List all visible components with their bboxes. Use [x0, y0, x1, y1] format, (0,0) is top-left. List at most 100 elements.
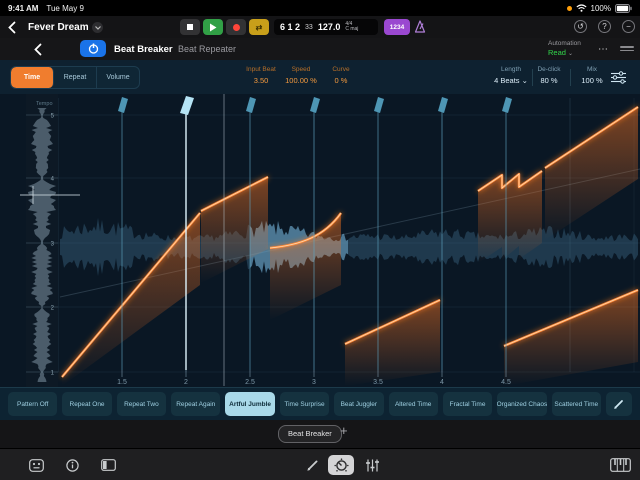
edit-pencil-button[interactable]: [302, 455, 322, 475]
preset-name[interactable]: Beat Repeater: [178, 38, 236, 60]
playhead-ticks: 33: [305, 24, 313, 31]
play-button[interactable]: [203, 19, 223, 35]
window-drag-handle[interactable]: [620, 46, 634, 51]
display-settings-button[interactable]: [610, 71, 627, 84]
tab-volume[interactable]: Volume: [97, 67, 139, 88]
preset-button-repeat-two[interactable]: Repeat Two: [117, 392, 166, 416]
battery-percent: 100%: [591, 4, 611, 13]
x-axis-label: 2: [184, 379, 188, 386]
automation-control[interactable]: Automation Read ⌄: [548, 39, 602, 59]
browser-button[interactable]: [26, 455, 46, 475]
preset-button-repeat-again[interactable]: Repeat Again: [171, 392, 220, 416]
count-in-button[interactable]: 1234: [384, 19, 410, 35]
automation-mode: Read: [548, 48, 566, 57]
preset-button-fractal-time[interactable]: Fractal Time: [443, 392, 492, 416]
preset-row: Pattern OffRepeat OneRepeat TwoRepeat Ag…: [0, 388, 640, 420]
info-button[interactable]: [62, 455, 82, 475]
slice-flag[interactable]: [118, 97, 128, 113]
status-time: 9:41 AM: [8, 4, 38, 13]
tempo-display: 127.0: [318, 22, 341, 32]
x-axis-label: 4.5: [501, 379, 511, 386]
segment-fill: [345, 300, 440, 386]
help-icon: ?: [602, 22, 606, 31]
automation-label: Automation: [548, 39, 581, 48]
beat-breaker-display[interactable]: 1.522.533.544.554321Tempo: [0, 94, 640, 388]
undo-button[interactable]: ↺: [574, 20, 587, 33]
preset-button-altered-time[interactable]: Altered Time: [389, 392, 438, 416]
plugin-name: Beat Breaker: [114, 38, 173, 60]
back-button[interactable]: [8, 16, 16, 38]
plugin-tab-strip: Beat Breaker +: [0, 420, 640, 448]
pencil-icon: [306, 459, 319, 472]
x-axis-label: 3.5: [373, 379, 383, 386]
param-curve[interactable]: Curve 0 %: [318, 65, 364, 86]
faders-icon: [365, 459, 380, 472]
stop-button[interactable]: [180, 19, 200, 35]
beat-breaker-editor[interactable]: 1.522.533.544.554321Tempo: [0, 94, 640, 388]
cycle-icon: ⇄: [256, 23, 263, 32]
record-icon: [233, 24, 240, 31]
x-axis-label: 1.5: [117, 379, 127, 386]
main-toolbar: Fever Dream ⇄ 6 1 2 33 127.0 4/4 C maj 1…: [0, 16, 640, 38]
play-icon: [209, 23, 217, 32]
slice-flag[interactable]: [438, 97, 448, 113]
key-signature: C maj: [345, 27, 358, 32]
record-button[interactable]: [226, 19, 246, 35]
battery-icon: [615, 4, 632, 13]
wifi-icon: [576, 4, 587, 12]
preset-button-repeat-one[interactable]: Repeat One: [62, 392, 111, 416]
plugin-power-button[interactable]: [80, 40, 106, 57]
add-plugin-button[interactable]: +: [340, 423, 348, 438]
mic-indicator-dot: [567, 6, 572, 11]
lcd-display[interactable]: 6 1 2 33 127.0 4/4 C maj: [274, 19, 378, 35]
power-icon: [88, 43, 99, 54]
undo-icon: ↺: [577, 22, 584, 31]
preset-button-scattered-time[interactable]: Scattered Time: [552, 392, 601, 416]
bottom-toolbar: [0, 448, 640, 480]
mixer-button[interactable]: [362, 455, 382, 475]
chevron-down-icon: ⌄: [568, 51, 573, 57]
slice-flag[interactable]: [310, 97, 320, 113]
stop-icon: [187, 24, 193, 30]
playhead-position: 6 1 2: [280, 22, 300, 32]
preset-button-pattern-off[interactable]: Pattern Off: [8, 392, 57, 416]
tab-repeat[interactable]: Repeat: [54, 67, 97, 88]
pencil-icon: [613, 399, 624, 410]
slice-flag[interactable]: [374, 97, 384, 113]
param-de-click[interactable]: De-click 80 %: [526, 65, 572, 86]
chevron-left-icon: [8, 21, 16, 34]
plugin-tab-beat-breaker[interactable]: Beat Breaker: [278, 425, 342, 443]
song-title-menu-button[interactable]: [92, 22, 103, 33]
minimize-button[interactable]: −: [622, 20, 635, 33]
x-axis-label: 3: [312, 379, 316, 386]
preset-button-time-surprise[interactable]: Time Surprise: [280, 392, 329, 416]
keyboard-button[interactable]: [608, 455, 632, 475]
slice-flag[interactable]: [502, 97, 512, 113]
tab-time[interactable]: Time: [11, 67, 54, 88]
plugin-controls-button[interactable]: [328, 455, 354, 475]
sidebar-button[interactable]: [98, 455, 118, 475]
grid-dots-icon: [29, 459, 44, 472]
param-mix[interactable]: Mix 100 %: [569, 65, 615, 86]
preset-button-organized-chaos[interactable]: Organized Chaos: [497, 392, 546, 416]
preset-button-artful-jumble[interactable]: Artful Jumble: [225, 392, 274, 416]
help-button[interactable]: ?: [598, 20, 611, 33]
sliders-icon: [610, 71, 627, 84]
sidebar-icon: [101, 459, 116, 471]
chevron-left-icon: [34, 43, 42, 56]
song-title[interactable]: Fever Dream: [28, 16, 89, 38]
cycle-button[interactable]: ⇄: [249, 19, 269, 35]
plugin-back-button[interactable]: [34, 38, 42, 60]
x-axis-label: 4: [440, 379, 444, 386]
slice-flag-selected[interactable]: [180, 96, 194, 115]
chevron-down-icon: [95, 26, 101, 30]
metronome-button[interactable]: [414, 20, 426, 33]
view-tab-group: TimeRepeatVolume: [10, 66, 140, 89]
knob-icon: [334, 458, 349, 473]
preset-button-beat-juggler[interactable]: Beat Juggler: [334, 392, 383, 416]
info-icon: [66, 459, 79, 472]
slice-flag[interactable]: [246, 97, 256, 113]
more-button[interactable]: ⋯: [598, 38, 609, 60]
plugin-param-bar: TimeRepeatVolume Input Beat 3.50 Speed 1…: [0, 60, 640, 94]
preset-edit-button[interactable]: [606, 392, 632, 416]
